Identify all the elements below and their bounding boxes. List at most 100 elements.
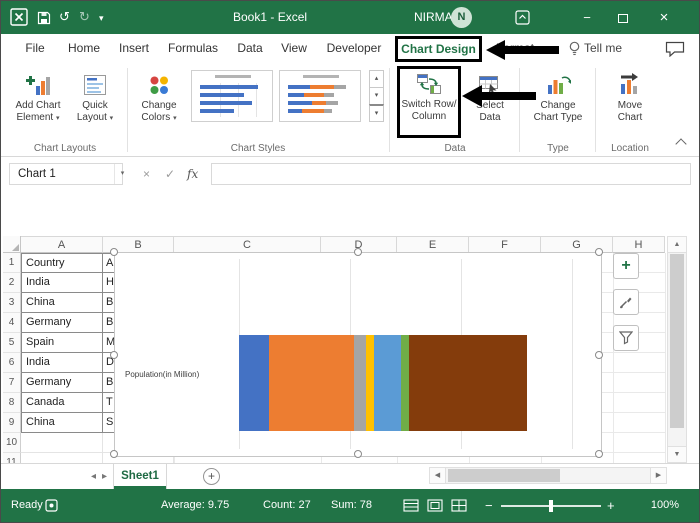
new-sheet-button[interactable]: + <box>203 468 220 485</box>
minimize-button[interactable]: − <box>569 1 605 34</box>
tab-insert[interactable]: Insert <box>111 34 157 63</box>
chart-handle-top-right[interactable] <box>595 248 603 256</box>
chart-handle-mid-left[interactable] <box>110 351 118 359</box>
scroll-down-arrow[interactable]: ▼ <box>668 446 686 462</box>
gallery-scroll-up[interactable]: ▴ <box>369 70 384 88</box>
column-header-H[interactable]: H <box>613 236 665 253</box>
formula-enter-icon[interactable]: ✓ <box>165 163 175 185</box>
cell-A8[interactable]: Canada <box>21 393 103 413</box>
row-header-9[interactable]: 9 <box>3 413 21 433</box>
cell-A7[interactable]: Germany <box>21 373 103 393</box>
tab-developer[interactable]: Developer <box>319 34 389 63</box>
tab-chart-design[interactable]: Chart Design <box>395 36 482 62</box>
scroll-up-arrow[interactable]: ▲ <box>668 237 686 253</box>
move-chart-button[interactable]: Move Chart <box>603 67 657 139</box>
collapse-ribbon-icon[interactable] <box>675 138 687 150</box>
row-header-10[interactable]: 10 <box>3 433 21 453</box>
macro-record-icon[interactable] <box>45 499 58 512</box>
name-box-caret-icon[interactable]: ▾ <box>114 164 130 184</box>
redo-icon[interactable]: ↻ <box>79 9 90 25</box>
chart-style-thumbnail-1[interactable] <box>191 70 273 122</box>
row-header-1[interactable]: 1 <box>3 253 21 273</box>
chart-elements-button[interactable]: + <box>613 253 639 279</box>
vertical-scrollbar[interactable]: ▲ ▼ <box>667 236 687 463</box>
tab-file[interactable]: File <box>15 34 55 63</box>
chart-segment-7[interactable] <box>409 335 527 431</box>
row-header-6[interactable]: 6 <box>3 353 21 373</box>
cell-A10[interactable] <box>21 433 103 453</box>
gallery-scroll-down[interactable]: ▾ <box>369 87 384 105</box>
normal-view-icon[interactable] <box>403 499 419 512</box>
column-header-A[interactable]: A <box>21 236 103 253</box>
cell-A9[interactable]: China <box>21 413 103 433</box>
cell-A5[interactable]: Spain <box>21 333 103 353</box>
ribbon-display-options-icon[interactable] <box>515 10 530 25</box>
sheet-tab-sheet1[interactable]: Sheet1 <box>113 464 167 489</box>
sheet-nav-left-icon[interactable]: ◂ <box>91 464 96 489</box>
avatar[interactable]: N <box>451 7 472 28</box>
cell-A4[interactable]: Germany <box>21 313 103 333</box>
row-header-5[interactable]: 5 <box>3 333 21 353</box>
row-header-2[interactable]: 2 <box>3 273 21 293</box>
insert-function-icon[interactable]: fx <box>187 163 198 185</box>
chart-segment-5[interactable] <box>374 335 402 431</box>
qat-customize-icon[interactable]: ▾ <box>99 10 104 26</box>
cell-A3[interactable]: China <box>21 293 103 313</box>
select-all-corner[interactable] <box>3 236 21 253</box>
column-header-F[interactable]: F <box>469 236 541 253</box>
comment-icon[interactable] <box>665 41 685 57</box>
row-header-8[interactable]: 8 <box>3 393 21 413</box>
status-count[interactable]: Count: 27 <box>263 489 311 522</box>
switch-row-column-button[interactable]: Switch Row/ Column <box>397 66 461 138</box>
cell-A6[interactable]: India <box>21 353 103 373</box>
chart-handle-mid-right[interactable] <box>595 351 603 359</box>
zoom-out-button[interactable]: − <box>485 489 493 522</box>
page-layout-view-icon[interactable] <box>427 499 443 512</box>
tell-me[interactable]: Tell me <box>584 34 622 63</box>
column-header-E[interactable]: E <box>397 236 469 253</box>
chart-segment-2[interactable] <box>268 335 354 431</box>
status-sum[interactable]: Sum: 78 <box>331 489 372 522</box>
status-average[interactable]: Average: 9.75 <box>161 489 229 522</box>
vertical-scroll-thumb[interactable] <box>670 254 684 428</box>
zoom-slider-thumb[interactable] <box>549 500 553 512</box>
cell-A1[interactable]: Country <box>21 253 103 273</box>
change-colors-button[interactable]: Change Colors ▾ <box>133 67 185 139</box>
cell-A2[interactable]: India <box>21 273 103 293</box>
zoom-level[interactable]: 100% <box>635 489 679 522</box>
tab-formulas[interactable]: Formulas <box>161 34 225 63</box>
column-header-C[interactable]: C <box>174 236 321 253</box>
chart-filters-button[interactable] <box>613 325 639 351</box>
chart-handle-top-left[interactable] <box>110 248 118 256</box>
row-header-3[interactable]: 3 <box>3 293 21 313</box>
add-chart-element-button[interactable]: Add Chart Element ▾ <box>9 67 67 139</box>
quick-layout-button[interactable]: Quick Layout ▾ <box>69 67 121 139</box>
horizontal-scroll-thumb[interactable] <box>448 469 560 482</box>
chart-segment-1[interactable] <box>239 335 269 431</box>
chart-segment-6[interactable] <box>401 335 410 431</box>
change-chart-type-button[interactable]: Change Chart Type <box>527 67 589 139</box>
scroll-left-arrow[interactable]: ◀ <box>430 468 446 483</box>
undo-icon[interactable]: ↺ <box>59 9 70 25</box>
gallery-more-button[interactable]: ▾ <box>369 104 384 122</box>
save-icon[interactable] <box>37 11 51 25</box>
row-header-4[interactable]: 4 <box>3 313 21 333</box>
row-header-7[interactable]: 7 <box>3 373 21 393</box>
chart-styles-button[interactable] <box>613 289 639 315</box>
tab-data[interactable]: Data <box>229 34 271 63</box>
scroll-right-arrow[interactable]: ▶ <box>650 468 666 483</box>
tab-home[interactable]: Home <box>61 34 107 63</box>
chart-handle-bottom-center[interactable] <box>354 450 362 458</box>
horizontal-scrollbar[interactable]: ◀ ▶ <box>429 467 667 484</box>
chart-handle-top-center[interactable] <box>354 248 362 256</box>
page-break-view-icon[interactable] <box>451 499 467 512</box>
name-box[interactable]: Chart 1 ▾ <box>9 163 124 185</box>
chart-segment-4[interactable] <box>365 335 375 431</box>
close-button[interactable]: × <box>641 1 687 34</box>
chart-handle-bottom-left[interactable] <box>110 450 118 458</box>
tab-view[interactable]: View <box>273 34 315 63</box>
formula-cancel-icon[interactable]: × <box>143 163 150 185</box>
maximize-button[interactable] <box>605 1 641 34</box>
sheet-nav-right-icon[interactable]: ▸ <box>102 464 107 489</box>
chart-style-thumbnail-2[interactable] <box>279 70 361 122</box>
